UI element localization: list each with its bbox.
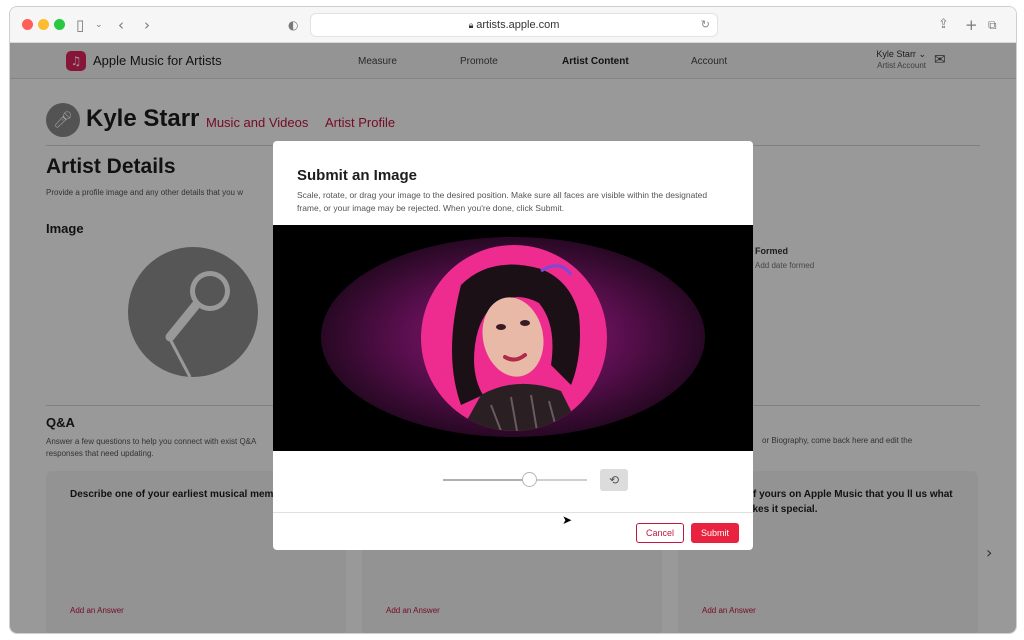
tabs-overview-icon[interactable]: ⧉ bbox=[988, 16, 997, 34]
share-icon[interactable]: ⇪ bbox=[938, 16, 949, 34]
close-window-button[interactable] bbox=[22, 19, 33, 30]
zoom-slider[interactable] bbox=[443, 472, 587, 487]
new-tab-icon[interactable]: + bbox=[965, 16, 978, 34]
privacy-shield-icon[interactable]: ◐ bbox=[288, 16, 298, 34]
zoom-window-button[interactable] bbox=[54, 19, 65, 30]
browser-toolbar: ▯ ⌄ ‹ › ◐ 🔒︎ artists.apple.com ↻ ⇪ + ⧉ bbox=[10, 7, 1016, 43]
url-value: artists.apple.com bbox=[476, 19, 560, 31]
reload-icon[interactable]: ↻ bbox=[701, 18, 710, 31]
address-bar[interactable]: 🔒︎ artists.apple.com ↻ bbox=[310, 13, 718, 37]
url-text: 🔒︎ artists.apple.com bbox=[311, 19, 717, 31]
rotate-icon: ⟲ bbox=[608, 473, 620, 487]
mouse-cursor-icon: ➤ bbox=[562, 513, 573, 527]
artist-photo bbox=[452, 264, 581, 431]
zoom-slider-fill bbox=[443, 479, 530, 481]
submit-button[interactable]: Submit bbox=[691, 523, 739, 543]
dialog-title: Submit an Image bbox=[297, 167, 418, 184]
chevron-down-icon[interactable]: ⌄ bbox=[95, 16, 103, 34]
crop-frame[interactable] bbox=[421, 245, 607, 431]
forward-icon[interactable]: › bbox=[144, 16, 150, 34]
sidebar-icon[interactable]: ▯ bbox=[76, 16, 84, 34]
back-icon[interactable]: ‹ bbox=[118, 16, 124, 34]
cancel-button[interactable]: Cancel bbox=[636, 523, 684, 543]
browser-window: ▯ ⌄ ‹ › ◐ 🔒︎ artists.apple.com ↻ ⇪ + ⧉ ♫… bbox=[9, 6, 1017, 634]
submit-image-dialog: Submit an Image Scale, rotate, or drag y… bbox=[273, 141, 753, 550]
rotate-button[interactable]: ⟲ bbox=[600, 469, 628, 491]
page-content: ♫ Apple Music for Artists Measure Promot… bbox=[10, 43, 1016, 633]
dialog-description: Scale, rotate, or drag your image to the… bbox=[297, 190, 708, 213]
image-crop-area[interactable] bbox=[273, 225, 753, 451]
minimize-window-button[interactable] bbox=[38, 19, 49, 30]
crop-controls: ⟲ bbox=[273, 451, 753, 513]
zoom-slider-thumb[interactable] bbox=[522, 472, 538, 487]
